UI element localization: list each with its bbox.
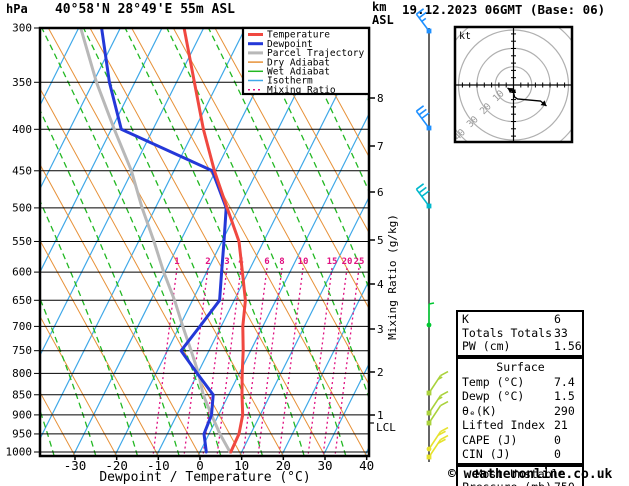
km-tick-label: 7 <box>377 140 384 153</box>
stat-label: Lifted Index <box>462 418 546 433</box>
table-row: Temp (°C) 7.4 <box>462 375 579 390</box>
mixing-ratio-label: 15 <box>327 257 338 267</box>
wind-barb <box>426 370 449 396</box>
table-row: CAPE (J) 0 <box>462 433 579 448</box>
stat-value: 0 <box>554 432 561 447</box>
stat-label: Totals Totals <box>462 325 553 340</box>
mixing-ratio-line <box>334 267 360 456</box>
stat-value: 6 <box>554 312 561 326</box>
hodograph-unit-label: kt <box>459 31 471 42</box>
stat-label: θₑ(K) <box>462 403 497 418</box>
table-row: K6 <box>462 312 579 327</box>
stat-label: PW (cm) <box>462 339 511 354</box>
pressure-tick-label: 450 <box>12 164 32 177</box>
hodograph-panel: 10203040kt <box>453 25 574 144</box>
mixing-ratio-label: 20 <box>342 257 353 267</box>
legend-label: Mixing Ratio <box>267 85 336 96</box>
stats-box: K 6 Totals Totals 33 PW (cm) 1.56 <box>456 310 584 357</box>
stat-value: 290 <box>554 403 575 418</box>
table-row: Lifted Index 21 <box>462 418 579 433</box>
table-row: Totals Totals 33 <box>462 325 579 341</box>
pressure-tick-label: 350 <box>12 76 32 89</box>
wet-adiabat-line <box>41 28 222 456</box>
sounding-curve <box>182 28 247 454</box>
skewt-sounding-app: { "header": { "pressure_unit": "hPa", "s… <box>0 0 629 486</box>
mixing-ratio-label: 3 <box>224 257 229 267</box>
mixing-ratio-line <box>278 267 304 456</box>
km-tick-label: 4 <box>377 278 384 291</box>
mixing-ratio-line <box>322 267 348 456</box>
stat-value: 21 <box>554 418 568 433</box>
stat-label: Dewp (°C) <box>462 389 525 404</box>
km-tick-label: 2 <box>377 366 384 379</box>
wind-barb <box>415 8 432 34</box>
pressure-tick-label: 600 <box>12 266 32 279</box>
pressure-tick-label: 700 <box>12 320 32 333</box>
pressure-tick-label: 550 <box>12 235 32 248</box>
pressure-tick-label: 850 <box>12 388 32 401</box>
wet-adiabat-line <box>82 28 264 456</box>
temp-tick-label: 30 <box>317 458 332 473</box>
dry-adiabat-line <box>40 87 243 456</box>
legend: TemperatureDewpointParcel TrajectoryDry … <box>241 26 371 96</box>
pressure-tick-label: 900 <box>12 408 32 421</box>
wind-barb <box>426 302 435 328</box>
stat-label: Temp (°C) <box>462 374 525 389</box>
sounding-curve <box>100 28 228 454</box>
km-tick-label: 6 <box>377 186 384 199</box>
stat-value: 0 <box>554 447 561 462</box>
stat-value: 7.4 <box>554 374 575 389</box>
pressure-tick-label: 750 <box>12 344 32 357</box>
km-tick-label: 3 <box>377 323 384 336</box>
mixing-ratio-label: 2 <box>205 257 210 267</box>
hodograph-ring-label: 10 <box>491 88 507 104</box>
temp-tick-label: -30 <box>64 458 87 473</box>
pressure-tick-label: 950 <box>12 427 32 440</box>
pressure-tick-label: 800 <box>12 367 32 380</box>
mixing-axis-label: Mixing Ratio (g/kg) <box>386 214 399 340</box>
pressure-tick-label: 400 <box>12 123 32 136</box>
table-row: PW (cm) 1.56 <box>462 339 582 354</box>
mixing-ratio-label: 8 <box>279 257 284 267</box>
stat-value: 1.56 <box>554 339 582 354</box>
km-tick-label: 5 <box>377 234 384 247</box>
pressure-tick-label: 1000 <box>6 446 33 459</box>
table-row: CIN (J) 0 <box>462 447 579 462</box>
table-row: Dewp (°C) 1.5 <box>462 389 579 404</box>
mixing-ratio-label: 6 <box>264 257 269 267</box>
mixing-ratio-label: 10 <box>298 257 309 267</box>
lcl-label: LCL <box>376 421 396 434</box>
stat-value: 33 <box>554 325 568 340</box>
mixing-ratio-label: 1 <box>174 257 179 267</box>
temp-tick-label: 40 <box>359 458 374 473</box>
km-tick-label: 8 <box>377 92 384 105</box>
isotherm-line <box>40 28 246 441</box>
stat-label: CIN (J) <box>462 447 511 462</box>
stats-box-title: Surface <box>496 360 545 374</box>
mixing-ratio-label: 25 <box>354 257 365 267</box>
pressure-tick-label: 500 <box>12 201 32 214</box>
stat-label: CAPE (J) <box>462 432 518 447</box>
credit-footer: © weatheronline.co.uk <box>448 467 613 482</box>
stat-label: K <box>462 312 469 326</box>
temp-axis-title: Dewpoint / Temperature (°C) <box>99 470 310 485</box>
pressure-tick-label: 650 <box>12 294 32 307</box>
stat-value: 1.5 <box>554 389 575 404</box>
stats-box: Surface Temp (°C) 7.4 Dewp (°C) 1.5 θₑ(K) 290 L… <box>456 357 584 465</box>
table-row: θₑ(K) 290 <box>462 404 579 419</box>
mixing-ratio-line <box>242 267 268 456</box>
pressure-tick-label: 300 <box>12 22 32 35</box>
